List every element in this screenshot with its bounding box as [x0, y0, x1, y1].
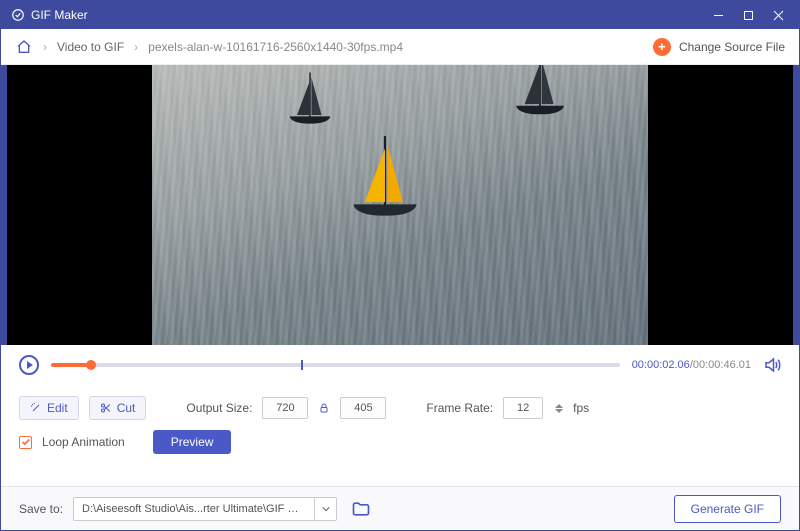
frame-rate-input[interactable]: 12 — [503, 397, 543, 419]
edit-label: Edit — [47, 401, 68, 415]
time-total: 00:00:46.01 — [693, 359, 751, 371]
breadcrumb-file: pexels-alan-w-10161716-2560x1440-30fps.m… — [148, 40, 403, 54]
open-folder-button[interactable] — [351, 499, 371, 519]
breadcrumb-step[interactable]: Video to GIF — [57, 40, 124, 54]
edit-button[interactable]: Edit — [19, 396, 79, 420]
folder-icon — [351, 499, 371, 519]
spinner-down[interactable] — [555, 409, 563, 413]
lock-icon[interactable] — [318, 402, 330, 414]
play-icon — [27, 361, 33, 369]
loop-animation-checkbox[interactable] — [19, 436, 32, 449]
plus-icon: + — [653, 38, 671, 56]
spinner-up[interactable] — [555, 404, 563, 408]
change-source-button[interactable]: + Change Source File — [653, 38, 785, 56]
preview-button[interactable]: Preview — [153, 430, 232, 454]
video-preview[interactable] — [152, 65, 648, 345]
preview-area — [1, 65, 799, 345]
boat-graphic — [516, 106, 564, 115]
seek-marker — [301, 360, 303, 370]
boat-graphic — [354, 204, 417, 215]
save-to-label: Save to: — [19, 502, 63, 516]
close-button[interactable] — [763, 5, 793, 25]
seek-knob[interactable] — [86, 360, 96, 370]
boat-graphic — [290, 116, 330, 123]
fps-label: fps — [573, 401, 589, 415]
volume-button[interactable] — [763, 356, 781, 374]
home-icon[interactable] — [15, 38, 33, 56]
breadcrumb-separator: › — [43, 40, 47, 54]
save-path-text: D:\Aiseesoft Studio\Ais...rter Ultimate\… — [74, 503, 314, 515]
check-icon — [21, 437, 31, 447]
app-logo-icon — [11, 8, 25, 22]
time-current: 00:00:02.06 — [632, 359, 690, 371]
output-size-label: Output Size: — [186, 401, 252, 415]
change-source-label: Change Source File — [679, 40, 785, 54]
playback-bar: 00:00:02.06/00:00:46.01 — [1, 345, 799, 385]
wand-icon — [30, 402, 42, 414]
cut-button[interactable]: Cut — [89, 396, 147, 420]
play-button[interactable] — [19, 355, 39, 375]
footer-bar: Save to: D:\Aiseesoft Studio\Ais...rter … — [1, 486, 799, 530]
controls-panel: Edit Cut Output Size: 720 405 Frame Rate… — [1, 385, 799, 459]
generate-gif-button[interactable]: Generate GIF — [674, 495, 781, 523]
timecode: 00:00:02.06/00:00:46.01 — [632, 359, 751, 371]
path-dropdown-button[interactable] — [314, 498, 336, 520]
app-window: GIF Maker › Video to GIF › pexels-alan-w… — [0, 0, 800, 531]
video-wrap — [7, 65, 793, 345]
loop-animation-label: Loop Animation — [42, 435, 125, 449]
output-height-input[interactable]: 405 — [340, 397, 386, 419]
output-width-input[interactable]: 720 — [262, 397, 308, 419]
minimize-button[interactable] — [703, 5, 733, 25]
breadcrumb-bar: › Video to GIF › pexels-alan-w-10161716-… — [1, 29, 799, 65]
cut-label: Cut — [117, 401, 136, 415]
breadcrumb-separator: › — [134, 40, 138, 54]
app-title: GIF Maker — [31, 8, 88, 22]
seek-slider[interactable] — [51, 363, 620, 367]
scissors-icon — [100, 402, 112, 414]
maximize-button[interactable] — [733, 5, 763, 25]
title-bar: GIF Maker — [1, 1, 799, 29]
chevron-down-icon — [322, 505, 330, 513]
save-path-dropdown[interactable]: D:\Aiseesoft Studio\Ais...rter Ultimate\… — [73, 497, 337, 521]
frame-rate-label: Frame Rate: — [426, 401, 493, 415]
frame-rate-spinner — [555, 404, 563, 413]
